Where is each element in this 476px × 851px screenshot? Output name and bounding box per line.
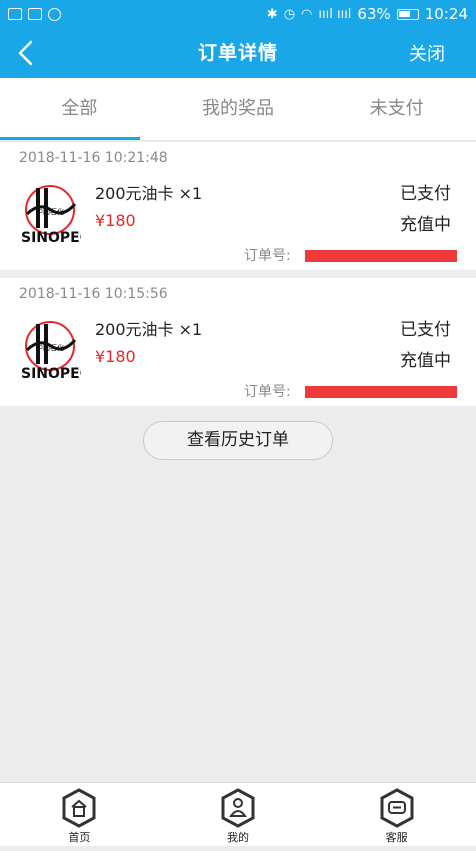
sinopec-logo-icon: 中国石化 SINOPEC: [21, 321, 81, 380]
nav-bar: 订单详情 关闭: [0, 28, 476, 78]
battery-percent: 63%: [357, 5, 391, 23]
recharge-status: 充值中: [400, 215, 451, 235]
bottom-nav-home[interactable]: 首页: [0, 783, 159, 846]
status-bar-left: [8, 7, 61, 21]
tab-my-prizes[interactable]: 我的奖品: [159, 78, 318, 140]
wifi-icon: ◠: [301, 6, 313, 22]
tab-unpaid[interactable]: 未支付: [317, 78, 476, 140]
product-price: ¥180: [95, 347, 136, 366]
close-button[interactable]: 关闭: [409, 28, 445, 82]
order-item[interactable]: 2018-11-16 10:21:48 中国石化 SINOPEC 200元油卡 …: [0, 142, 476, 270]
bottom-nav-service-label: 客服: [385, 831, 408, 844]
bottom-nav-mine-label: 我的: [227, 831, 249, 844]
signal-icon: ıııl ıııl: [318, 6, 352, 22]
message-icon: [8, 8, 22, 20]
bottom-strip: [0, 846, 476, 851]
page-title: 订单详情: [197, 42, 278, 64]
order-number-redaction: [305, 386, 457, 398]
order-date: 2018-11-16 10:15:56: [19, 286, 168, 302]
order-number-label: 订单号:: [244, 384, 291, 400]
chat-icon: [380, 788, 414, 828]
bottom-nav: 首页 我的 客服: [0, 782, 476, 846]
app-notification-icon: [28, 8, 42, 20]
svg-text:中国石化: 中国石化: [36, 343, 64, 352]
bottom-nav-mine[interactable]: 我的: [159, 783, 318, 846]
clock: 10:24: [424, 5, 468, 23]
svg-text:SINOPEC: SINOPEC: [21, 230, 81, 244]
status-bar-right: ✱ ◷ ◠ ıııl ıııl 63% 10:24: [267, 5, 468, 23]
order-item[interactable]: 2018-11-16 10:15:56 中国石化 SINOPEC 200元油卡 …: [0, 278, 476, 406]
product-price: ¥180: [95, 211, 136, 230]
view-history-orders-button[interactable]: 查看历史订单: [143, 421, 333, 460]
tab-all[interactable]: 全部: [0, 78, 159, 140]
order-tabs: 全部 我的奖品 未支付: [0, 78, 476, 141]
payment-status: 已支付: [400, 184, 451, 204]
product-name: 200元油卡 ×1: [95, 184, 203, 203]
bottom-nav-home-label: 首页: [68, 831, 91, 844]
bluetooth-icon: ✱: [266, 6, 278, 22]
sinopec-logo-icon: 中国石化 SINOPEC: [21, 185, 81, 244]
bottom-nav-service[interactable]: 客服: [317, 783, 476, 846]
svg-text:中国石化: 中国石化: [36, 207, 64, 216]
user-icon: [221, 788, 255, 828]
status-bar: ✱ ◷ ◠ ıııl ıııl 63% 10:24: [0, 0, 476, 28]
order-date: 2018-11-16 10:21:48: [19, 150, 168, 166]
recharge-status: 充值中: [400, 351, 451, 371]
svg-text:SINOPEC: SINOPEC: [21, 366, 81, 380]
home-icon: [62, 788, 96, 828]
payment-status: 已支付: [400, 320, 451, 340]
order-number-redaction: [305, 250, 457, 262]
order-number-label: 订单号:: [244, 248, 291, 264]
alarm-icon: ◷: [283, 6, 296, 22]
minus-circle-icon: [48, 7, 61, 21]
product-name: 200元油卡 ×1: [95, 320, 203, 339]
battery-icon: [396, 8, 419, 20]
